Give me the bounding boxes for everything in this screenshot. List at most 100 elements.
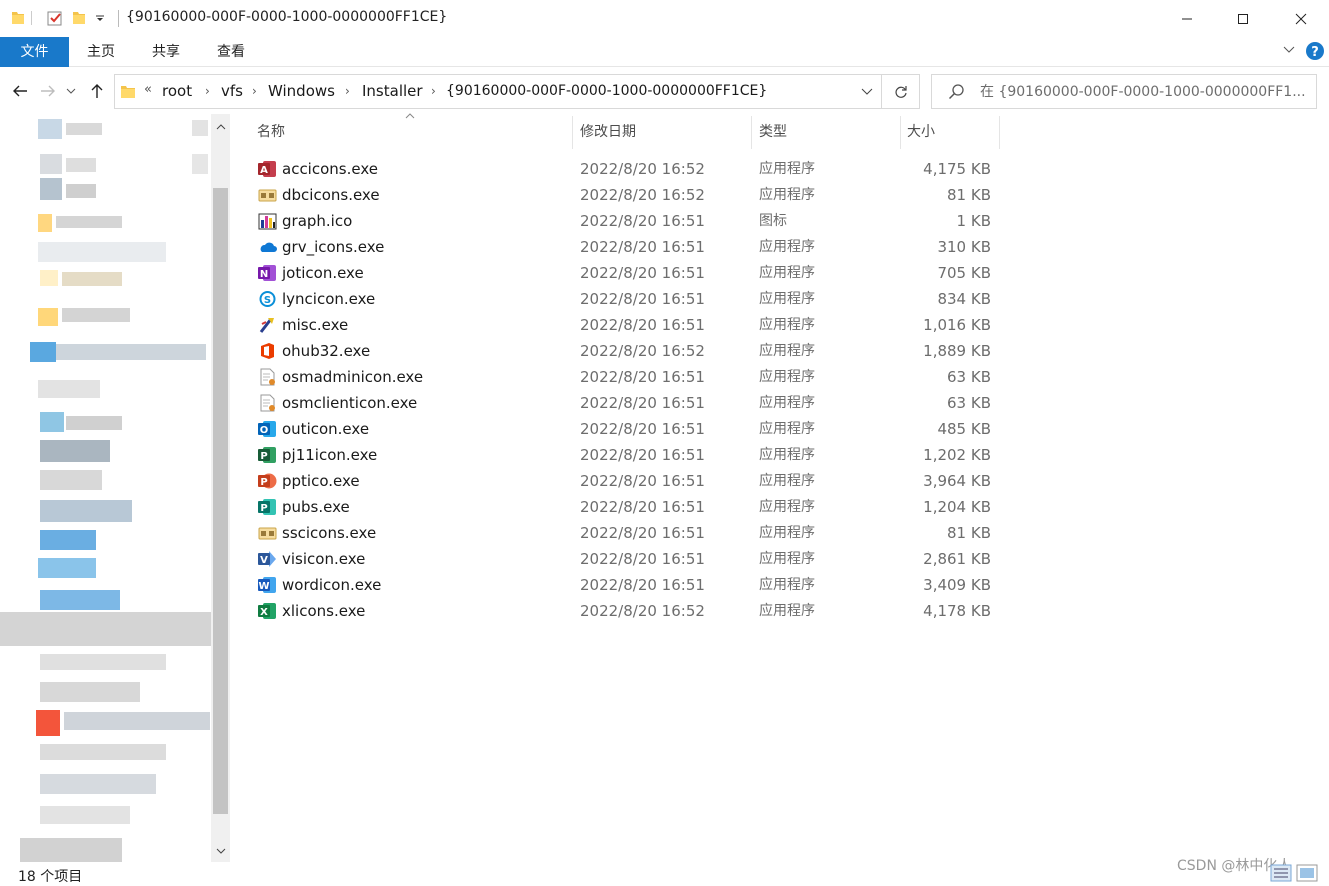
new-folder-icon[interactable] xyxy=(72,9,86,25)
file-row[interactable]: A accicons.exe 2022/8/20 16:52 应用程序 4,17… xyxy=(252,156,1012,182)
expand-ribbon-icon[interactable] xyxy=(1283,46,1295,54)
file-row[interactable]: graph.ico 2022/8/20 16:51 图标 1 KB xyxy=(252,208,1012,234)
column-header-size[interactable]: 大小 xyxy=(907,116,999,149)
file-date: 2022/8/20 16:51 xyxy=(580,394,705,412)
file-name: pj11icon.exe xyxy=(282,446,378,464)
generic-exe-icon xyxy=(258,189,277,202)
recent-locations-button[interactable] xyxy=(63,80,79,102)
file-date: 2022/8/20 16:51 xyxy=(580,290,705,308)
file-size: 63 KB xyxy=(947,394,991,412)
tab-share[interactable]: 共享 xyxy=(143,37,189,67)
column-divider[interactable] xyxy=(999,116,1000,149)
project-icon: P xyxy=(258,447,276,463)
breadcrumb-installer[interactable]: Installer xyxy=(362,82,423,100)
scrollbar-thumb[interactable] xyxy=(213,188,228,814)
up-button[interactable] xyxy=(86,80,108,102)
close-button[interactable] xyxy=(1272,0,1329,37)
search-box[interactable] xyxy=(931,74,1317,109)
svg-text:P: P xyxy=(260,477,267,488)
breadcrumb-overflow[interactable]: « xyxy=(144,82,152,97)
file-date: 2022/8/20 16:52 xyxy=(580,602,705,620)
file-row[interactable]: O outicon.exe 2022/8/20 16:51 应用程序 485 K… xyxy=(252,416,1012,442)
column-divider[interactable] xyxy=(900,116,901,149)
forward-button[interactable] xyxy=(37,80,59,102)
svg-text:O: O xyxy=(260,425,269,436)
file-row[interactable]: ohub32.exe 2022/8/20 16:52 应用程序 1,889 KB xyxy=(252,338,1012,364)
chevron-right-icon[interactable]: › xyxy=(431,84,436,98)
column-divider[interactable] xyxy=(751,116,752,149)
svg-text:S: S xyxy=(264,295,271,306)
tab-file[interactable]: 文件 xyxy=(0,37,69,67)
file-row[interactable]: osmadminicon.exe 2022/8/20 16:51 应用程序 63… xyxy=(252,364,1012,390)
tab-home[interactable]: 主页 xyxy=(78,37,124,67)
minimize-button[interactable] xyxy=(1158,0,1216,37)
file-date: 2022/8/20 16:51 xyxy=(580,498,705,516)
scroll-up-button[interactable] xyxy=(211,118,230,136)
tab-view[interactable]: 查看 xyxy=(208,37,254,67)
file-type: 应用程序 xyxy=(759,343,815,359)
file-type: 应用程序 xyxy=(759,369,815,385)
file-row[interactable]: S lyncicon.exe 2022/8/20 16:51 应用程序 834 … xyxy=(252,286,1012,312)
nav-item[interactable] xyxy=(38,119,62,139)
maximize-icon xyxy=(1238,13,1248,24)
file-row[interactable]: V visicon.exe 2022/8/20 16:51 应用程序 2,861… xyxy=(252,546,1012,572)
file-type: 应用程序 xyxy=(759,447,815,463)
details-view-icon[interactable] xyxy=(1270,864,1292,882)
file-row[interactable]: sscicons.exe 2022/8/20 16:51 应用程序 81 KB xyxy=(252,520,1012,546)
svg-text:W: W xyxy=(258,581,269,592)
maximize-button[interactable] xyxy=(1214,0,1272,37)
file-row[interactable]: W wordicon.exe 2022/8/20 16:51 应用程序 3,40… xyxy=(252,572,1012,598)
chevron-down-icon xyxy=(216,848,225,854)
file-size: 63 KB xyxy=(947,368,991,386)
file-row[interactable]: osmclienticon.exe 2022/8/20 16:51 应用程序 6… xyxy=(252,390,1012,416)
file-size: 1,204 KB xyxy=(923,498,991,516)
file-row[interactable]: misc.exe 2022/8/20 16:51 应用程序 1,016 KB xyxy=(252,312,1012,338)
navigation-pane[interactable] xyxy=(0,114,212,862)
customize-quick-access-icon[interactable] xyxy=(95,15,105,23)
chevron-right-icon[interactable]: › xyxy=(345,84,350,98)
access-icon: A xyxy=(258,161,276,177)
breadcrumb-windows[interactable]: Windows xyxy=(268,82,335,100)
help-icon[interactable]: ? xyxy=(1305,41,1325,61)
file-size: 81 KB xyxy=(947,524,991,542)
file-size: 705 KB xyxy=(937,264,991,282)
file-name: joticon.exe xyxy=(282,264,364,282)
misc-icon xyxy=(259,318,274,333)
navigation-pane-scrollbar[interactable] xyxy=(211,114,230,862)
chevron-right-icon[interactable]: › xyxy=(252,84,257,98)
file-row[interactable]: grv_icons.exe 2022/8/20 16:51 应用程序 310 K… xyxy=(252,234,1012,260)
search-input[interactable] xyxy=(980,75,1312,108)
word-icon: W xyxy=(258,577,276,593)
file-row[interactable]: P pj11icon.exe 2022/8/20 16:51 应用程序 1,20… xyxy=(252,442,1012,468)
minimize-icon xyxy=(1182,18,1192,19)
file-date: 2022/8/20 16:51 xyxy=(580,472,705,490)
file-name: outicon.exe xyxy=(282,420,370,438)
forward-arrow-icon xyxy=(41,85,55,97)
column-header-name[interactable]: 名称 xyxy=(257,116,571,149)
file-row[interactable]: P pptico.exe 2022/8/20 16:51 应用程序 3,964 … xyxy=(252,468,1012,494)
address-bar[interactable]: « root › vfs › Windows › Installer › {90… xyxy=(114,74,920,109)
properties-icon[interactable] xyxy=(46,9,64,27)
file-row[interactable]: P pubs.exe 2022/8/20 16:51 应用程序 1,204 KB xyxy=(252,494,1012,520)
file-row[interactable]: N joticon.exe 2022/8/20 16:51 应用程序 705 K… xyxy=(252,260,1012,286)
breadcrumb-current-folder[interactable]: {90160000-000F-0000-1000-0000000FF1CE} xyxy=(446,83,767,99)
column-header-type[interactable]: 类型 xyxy=(759,116,899,149)
file-name: wordicon.exe xyxy=(282,576,382,594)
svg-text:N: N xyxy=(260,269,268,280)
file-name: lyncicon.exe xyxy=(282,290,376,308)
file-row[interactable]: dbcicons.exe 2022/8/20 16:52 应用程序 81 KB xyxy=(252,182,1012,208)
file-row[interactable]: X xlicons.exe 2022/8/20 16:52 应用程序 4,178… xyxy=(252,598,1012,624)
address-history-button[interactable] xyxy=(853,75,881,108)
column-header-date[interactable]: 修改日期 xyxy=(580,116,750,149)
file-size: 81 KB xyxy=(947,186,991,204)
chevron-right-icon[interactable]: › xyxy=(205,84,210,98)
large-icons-view-icon[interactable] xyxy=(1296,864,1318,882)
back-button[interactable] xyxy=(9,80,31,102)
file-date: 2022/8/20 16:52 xyxy=(580,160,705,178)
column-divider[interactable] xyxy=(572,116,573,149)
chevron-down-icon xyxy=(66,88,76,94)
breadcrumb-root[interactable]: root xyxy=(162,82,192,100)
scroll-down-button[interactable] xyxy=(211,842,230,860)
breadcrumb-vfs[interactable]: vfs xyxy=(221,82,243,100)
refresh-button[interactable] xyxy=(881,75,920,108)
